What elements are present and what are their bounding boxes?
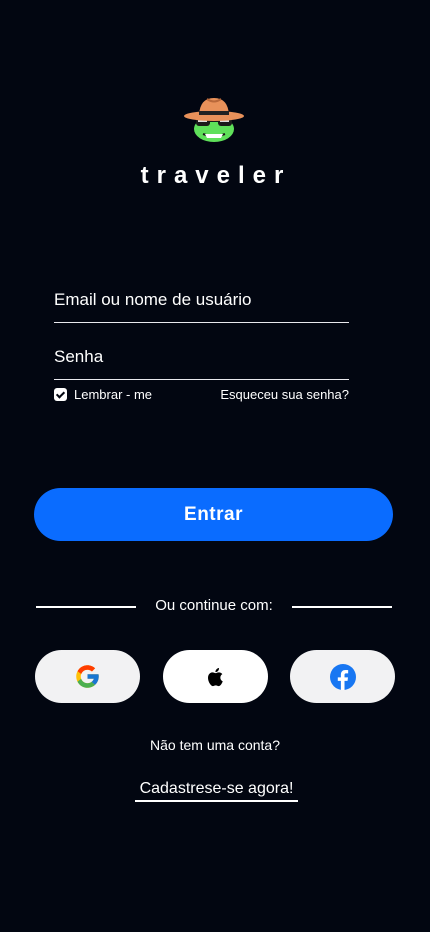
email-input[interactable] (54, 288, 353, 324)
remember-me-toggle[interactable]: Lembrar - me (54, 387, 152, 402)
remember-checkbox[interactable] (54, 388, 67, 401)
password-input[interactable] (54, 345, 353, 381)
apple-login-button[interactable] (163, 650, 268, 703)
signup-link[interactable]: Cadastrese-se agora! (135, 780, 298, 802)
social-divider: Ou continue com: (36, 596, 392, 616)
app-logo (183, 92, 245, 144)
facebook-icon (329, 663, 356, 690)
forgot-password-link[interactable]: Esqueceu sua senha? (220, 387, 349, 402)
google-login-button[interactable] (35, 650, 140, 703)
brand-name: traveler (140, 162, 292, 189)
facebook-login-button[interactable] (290, 650, 395, 703)
hat-frog-logo-icon (184, 98, 244, 142)
email-field[interactable]: Email ou nome de usuário (54, 288, 353, 324)
login-button[interactable]: Entrar (34, 488, 393, 541)
remember-label: Lembrar - me (74, 387, 153, 402)
apple-icon (207, 667, 223, 686)
password-field[interactable]: Senha (54, 345, 353, 381)
divider-line-right (292, 606, 392, 608)
no-account-text: Não tem uma conta? (150, 737, 280, 753)
google-icon (76, 665, 99, 688)
